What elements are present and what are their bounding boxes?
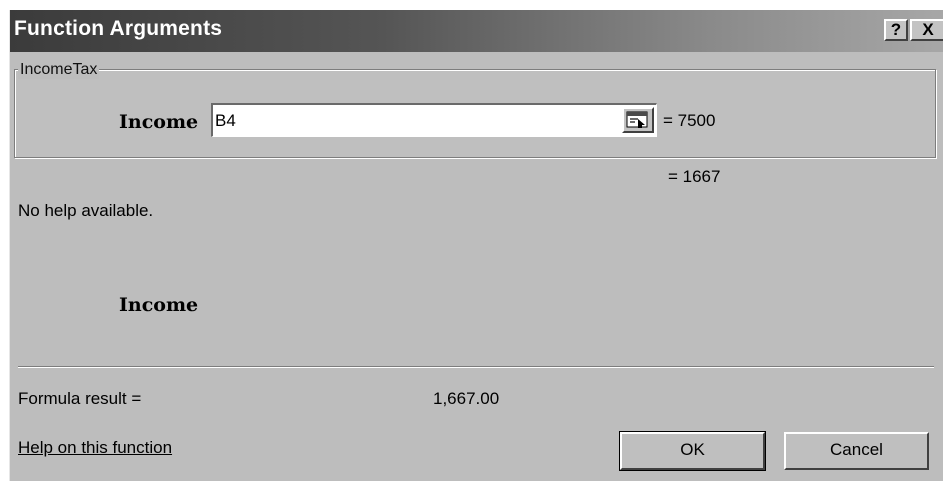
function-evaluated-value: = 1667 <box>668 167 721 186</box>
function-help-text: No help available. <box>18 201 154 220</box>
ok-button[interactable]: OK <box>619 431 766 471</box>
close-button[interactable]: X <box>910 19 943 41</box>
argument-evaluated-value: = 7500 <box>663 111 716 130</box>
collapse-dialog-button[interactable] <box>622 107 654 133</box>
collapse-dialog-icon <box>626 111 648 128</box>
formula-result-label: Formula result = <box>18 389 142 408</box>
formula-result-value: 1,667.00 <box>433 389 500 408</box>
function-name-label: IncomeTax <box>18 61 100 79</box>
argument-description-name: Income <box>119 294 199 316</box>
separator-line <box>18 366 934 368</box>
cancel-button[interactable]: Cancel <box>784 432 929 470</box>
argument-label-income: Income <box>119 111 199 133</box>
window-title: Function Arguments <box>14 17 223 40</box>
help-button[interactable]: ? <box>884 19 908 41</box>
title-bar[interactable]: Function Arguments ? X <box>10 10 943 52</box>
income-argument-input[interactable] <box>211 103 657 137</box>
help-on-function-link[interactable]: Help on this function <box>18 438 172 458</box>
